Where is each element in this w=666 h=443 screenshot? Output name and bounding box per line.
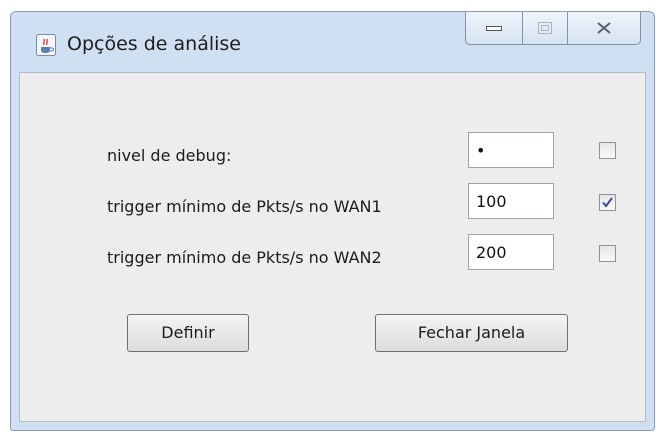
close-window-button[interactable]: Fechar Janela xyxy=(375,314,568,352)
wan1-trigger-checkbox[interactable] xyxy=(599,194,616,211)
define-button[interactable]: Definir xyxy=(127,314,249,352)
minimize-icon xyxy=(486,26,502,31)
dialog-window: Opções de análise nivel de debug: trigge… xyxy=(10,11,655,431)
wan1-trigger-label: trigger mínimo de Pkts/s no WAN1 xyxy=(107,197,382,216)
checkmark-icon xyxy=(602,197,613,208)
debug-level-field[interactable] xyxy=(468,132,554,168)
maximize-button[interactable] xyxy=(522,12,568,45)
maximize-icon xyxy=(538,22,552,34)
minimize-button[interactable] xyxy=(465,12,523,45)
title-bar[interactable]: Opções de análise xyxy=(11,12,654,72)
window-title: Opções de análise xyxy=(67,33,241,55)
wan2-trigger-checkbox[interactable] xyxy=(599,245,616,262)
wan2-trigger-label: trigger mínimo de Pkts/s no WAN2 xyxy=(107,248,382,267)
close-button[interactable] xyxy=(567,12,641,45)
wan2-trigger-field[interactable] xyxy=(468,234,554,270)
options-panel: nivel de debug: trigger mínimo de Pkts/s… xyxy=(19,72,646,422)
debug-level-checkbox[interactable] xyxy=(599,142,616,159)
java-coffee-cup-icon xyxy=(36,34,56,56)
debug-level-label: nivel de debug: xyxy=(107,146,232,165)
close-icon xyxy=(597,22,611,34)
wan1-trigger-field[interactable] xyxy=(468,183,554,219)
